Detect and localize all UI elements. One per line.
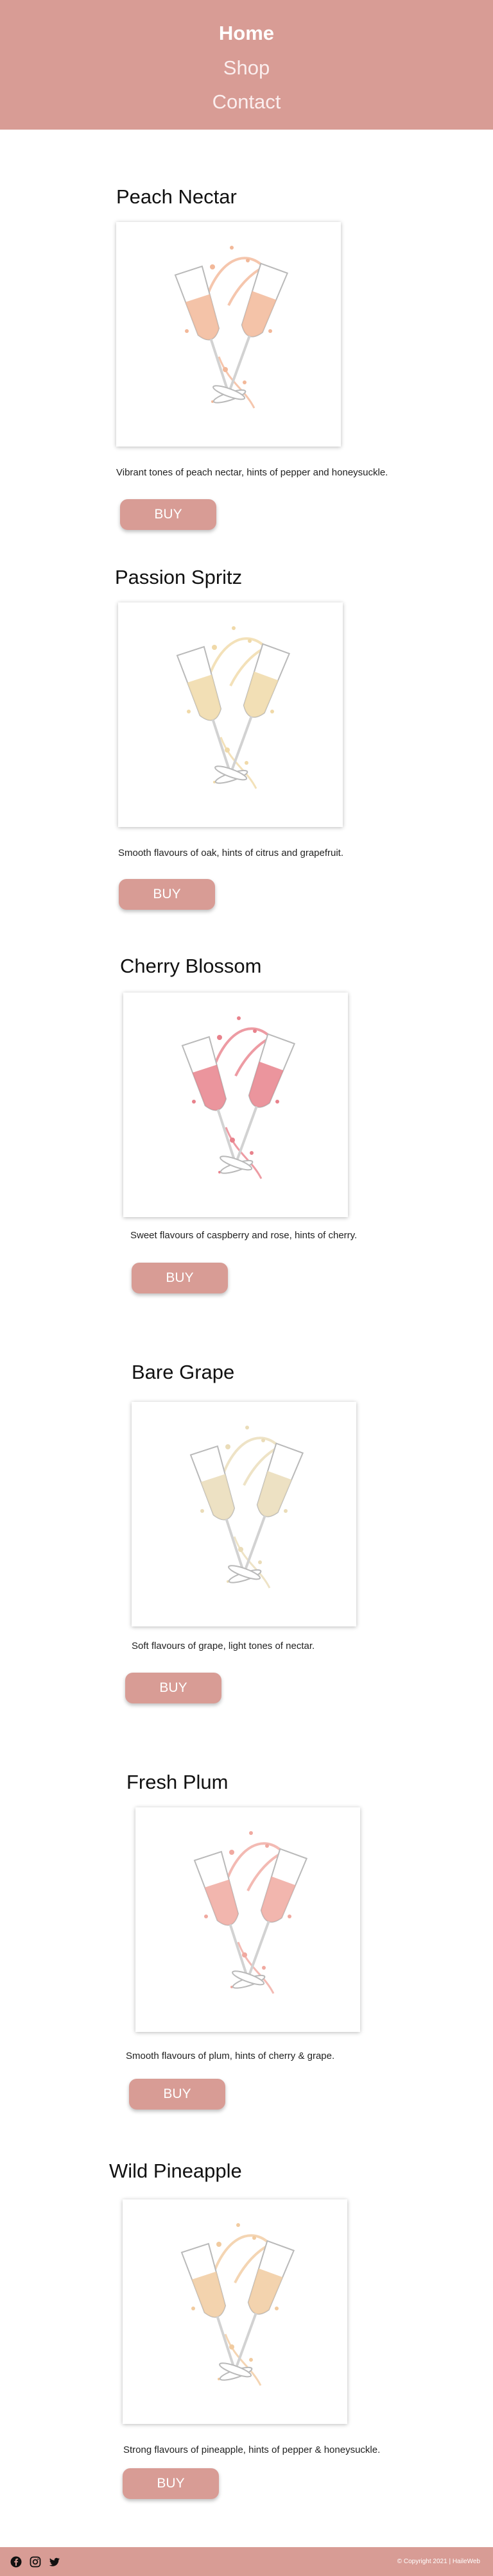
buy-button[interactable]: BUY bbox=[132, 1263, 228, 1293]
product-description: Smooth flavours of oak, hints of citrus … bbox=[118, 848, 344, 858]
product-title: Cherry Blossom bbox=[120, 955, 262, 977]
nav-shop-link[interactable]: Shop bbox=[0, 55, 493, 81]
facebook-icon[interactable] bbox=[10, 2556, 22, 2568]
wine-glasses-illustration bbox=[123, 993, 348, 1217]
buy-button[interactable]: BUY bbox=[120, 499, 216, 530]
nav-home-link[interactable]: Home bbox=[0, 21, 493, 46]
product-description: Strong flavours of pineapple, hints of p… bbox=[123, 2444, 381, 2455]
product-image bbox=[135, 1807, 360, 2032]
site-header: Home Shop Contact bbox=[0, 0, 493, 130]
footer-copyright: © Copyright 2021 | HaileWeb bbox=[397, 2558, 480, 2565]
wine-glasses-illustration bbox=[135, 1807, 360, 2032]
product-image bbox=[132, 1402, 356, 1626]
wine-glasses-illustration bbox=[116, 222, 341, 447]
product-title: Passion Spritz bbox=[115, 566, 243, 588]
site-footer: © Copyright 2021 | HaileWeb bbox=[0, 2547, 493, 2576]
product-description: Sweet flavours of caspberry and rose, hi… bbox=[130, 1230, 358, 1241]
wine-glasses-illustration bbox=[118, 602, 343, 827]
twitter-icon[interactable] bbox=[49, 2556, 60, 2568]
buy-button[interactable]: BUY bbox=[123, 2468, 219, 2499]
instagram-icon[interactable] bbox=[30, 2556, 41, 2568]
wine-glasses-illustration bbox=[132, 1402, 356, 1626]
product-image bbox=[123, 2199, 347, 2424]
product-description: Smooth flavours of plum, hints of cherry… bbox=[126, 2051, 335, 2061]
product-title: Bare Grape bbox=[132, 1361, 235, 1383]
product-description: Vibrant tones of peach nectar, hints of … bbox=[116, 467, 388, 478]
nav-contact-link[interactable]: Contact bbox=[0, 89, 493, 115]
buy-button[interactable]: BUY bbox=[119, 879, 215, 910]
product-description: Soft flavours of grape, light tones of n… bbox=[132, 1641, 315, 1651]
product-image bbox=[118, 602, 343, 827]
product-image bbox=[123, 993, 348, 1217]
buy-button[interactable]: BUY bbox=[129, 2079, 225, 2110]
product-title: Wild Pineapple bbox=[109, 2160, 242, 2182]
product-image bbox=[116, 222, 341, 447]
wine-glasses-illustration bbox=[123, 2199, 347, 2424]
product-title: Fresh Plum bbox=[126, 1771, 229, 1793]
product-title: Peach Nectar bbox=[116, 185, 237, 208]
buy-button[interactable]: BUY bbox=[125, 1673, 221, 1703]
